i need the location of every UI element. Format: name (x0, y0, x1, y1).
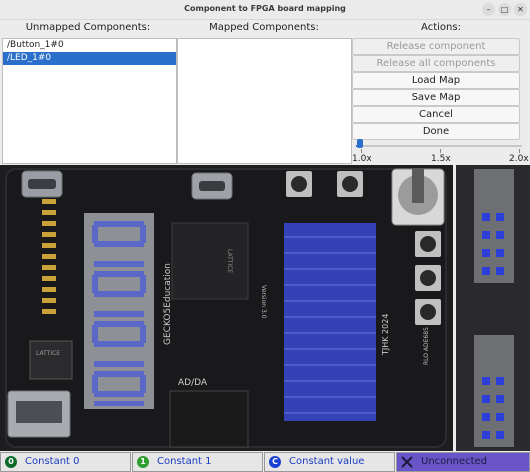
release-all-button[interactable]: Release all components (352, 55, 520, 72)
minimize-icon[interactable]: – (482, 3, 495, 16)
zoom-tick (519, 149, 520, 153)
ad-da-label: AD/DA (178, 378, 208, 388)
constant0-label: Constant 0 (25, 456, 80, 467)
unconnected-legend[interactable]: Unconnected (396, 452, 530, 472)
lattice-label: LATTICE (226, 249, 233, 273)
title-bar: Component to FPGA board mapping – □ ✕ (0, 0, 530, 20)
rlo-label: RLO ADE685 (423, 327, 430, 365)
constant1-label: Constant 1 (157, 456, 212, 467)
maximize-icon[interactable]: □ (498, 3, 511, 16)
window-title: Component to FPGA board mapping (184, 4, 346, 13)
mapped-header: Mapped Components: (209, 22, 319, 33)
actions-header: Actions: (421, 22, 461, 33)
unconnected-label: Unconnected (421, 456, 488, 467)
version-label: Version 3.0 (260, 285, 267, 319)
fpga-board-view[interactable]: LATTICE LATTICE GECKO5Education Version … (0, 165, 453, 451)
constant-value-legend[interactable]: C Constant value (264, 452, 395, 472)
mapped-list[interactable] (177, 38, 352, 164)
unmapped-header: Unmapped Components: (25, 22, 151, 33)
board-photo: LATTICE LATTICE GECKO5Education Version … (0, 165, 453, 451)
release-component-button[interactable]: Release component (352, 38, 520, 55)
constant-value-label: Constant value (289, 456, 365, 467)
save-map-button[interactable]: Save Map (352, 89, 520, 106)
lattice-chip-label: LATTICE (36, 350, 60, 357)
constant1-legend[interactable]: 1 Constant 1 (132, 452, 263, 472)
constant0-badge: 0 (5, 456, 17, 468)
list-item[interactable]: /Button_1#0 (3, 39, 176, 52)
close-icon[interactable]: ✕ (514, 3, 527, 16)
unconnected-cross-icon (401, 456, 413, 468)
constant1-badge: 1 (137, 456, 149, 468)
constant-value-badge: C (269, 456, 281, 468)
cancel-button[interactable]: Cancel (352, 106, 520, 123)
expansion-board-photo (456, 165, 530, 451)
done-button[interactable]: Done (352, 123, 520, 140)
year-label: TJHK 2024 (381, 314, 390, 356)
list-item[interactable]: /LED_1#0 (3, 52, 176, 65)
unmapped-list[interactable]: /Button_1#0 /LED_1#0 (2, 38, 177, 164)
zoom-tick (361, 149, 362, 153)
zoom-min-label: 1.0x (352, 154, 372, 164)
expansion-board-view[interactable] (456, 165, 530, 451)
zoom-slider-handle[interactable] (357, 139, 363, 148)
zoom-mid-label: 1.5x (431, 154, 451, 164)
load-map-button[interactable]: Load Map (352, 72, 520, 89)
constant0-legend[interactable]: 0 Constant 0 (0, 452, 131, 472)
board-name-label: GECKO5Education (163, 263, 173, 345)
zoom-max-label: 2.0x (509, 154, 529, 164)
zoom-tick (440, 149, 441, 153)
zoom-slider[interactable] (356, 145, 522, 147)
